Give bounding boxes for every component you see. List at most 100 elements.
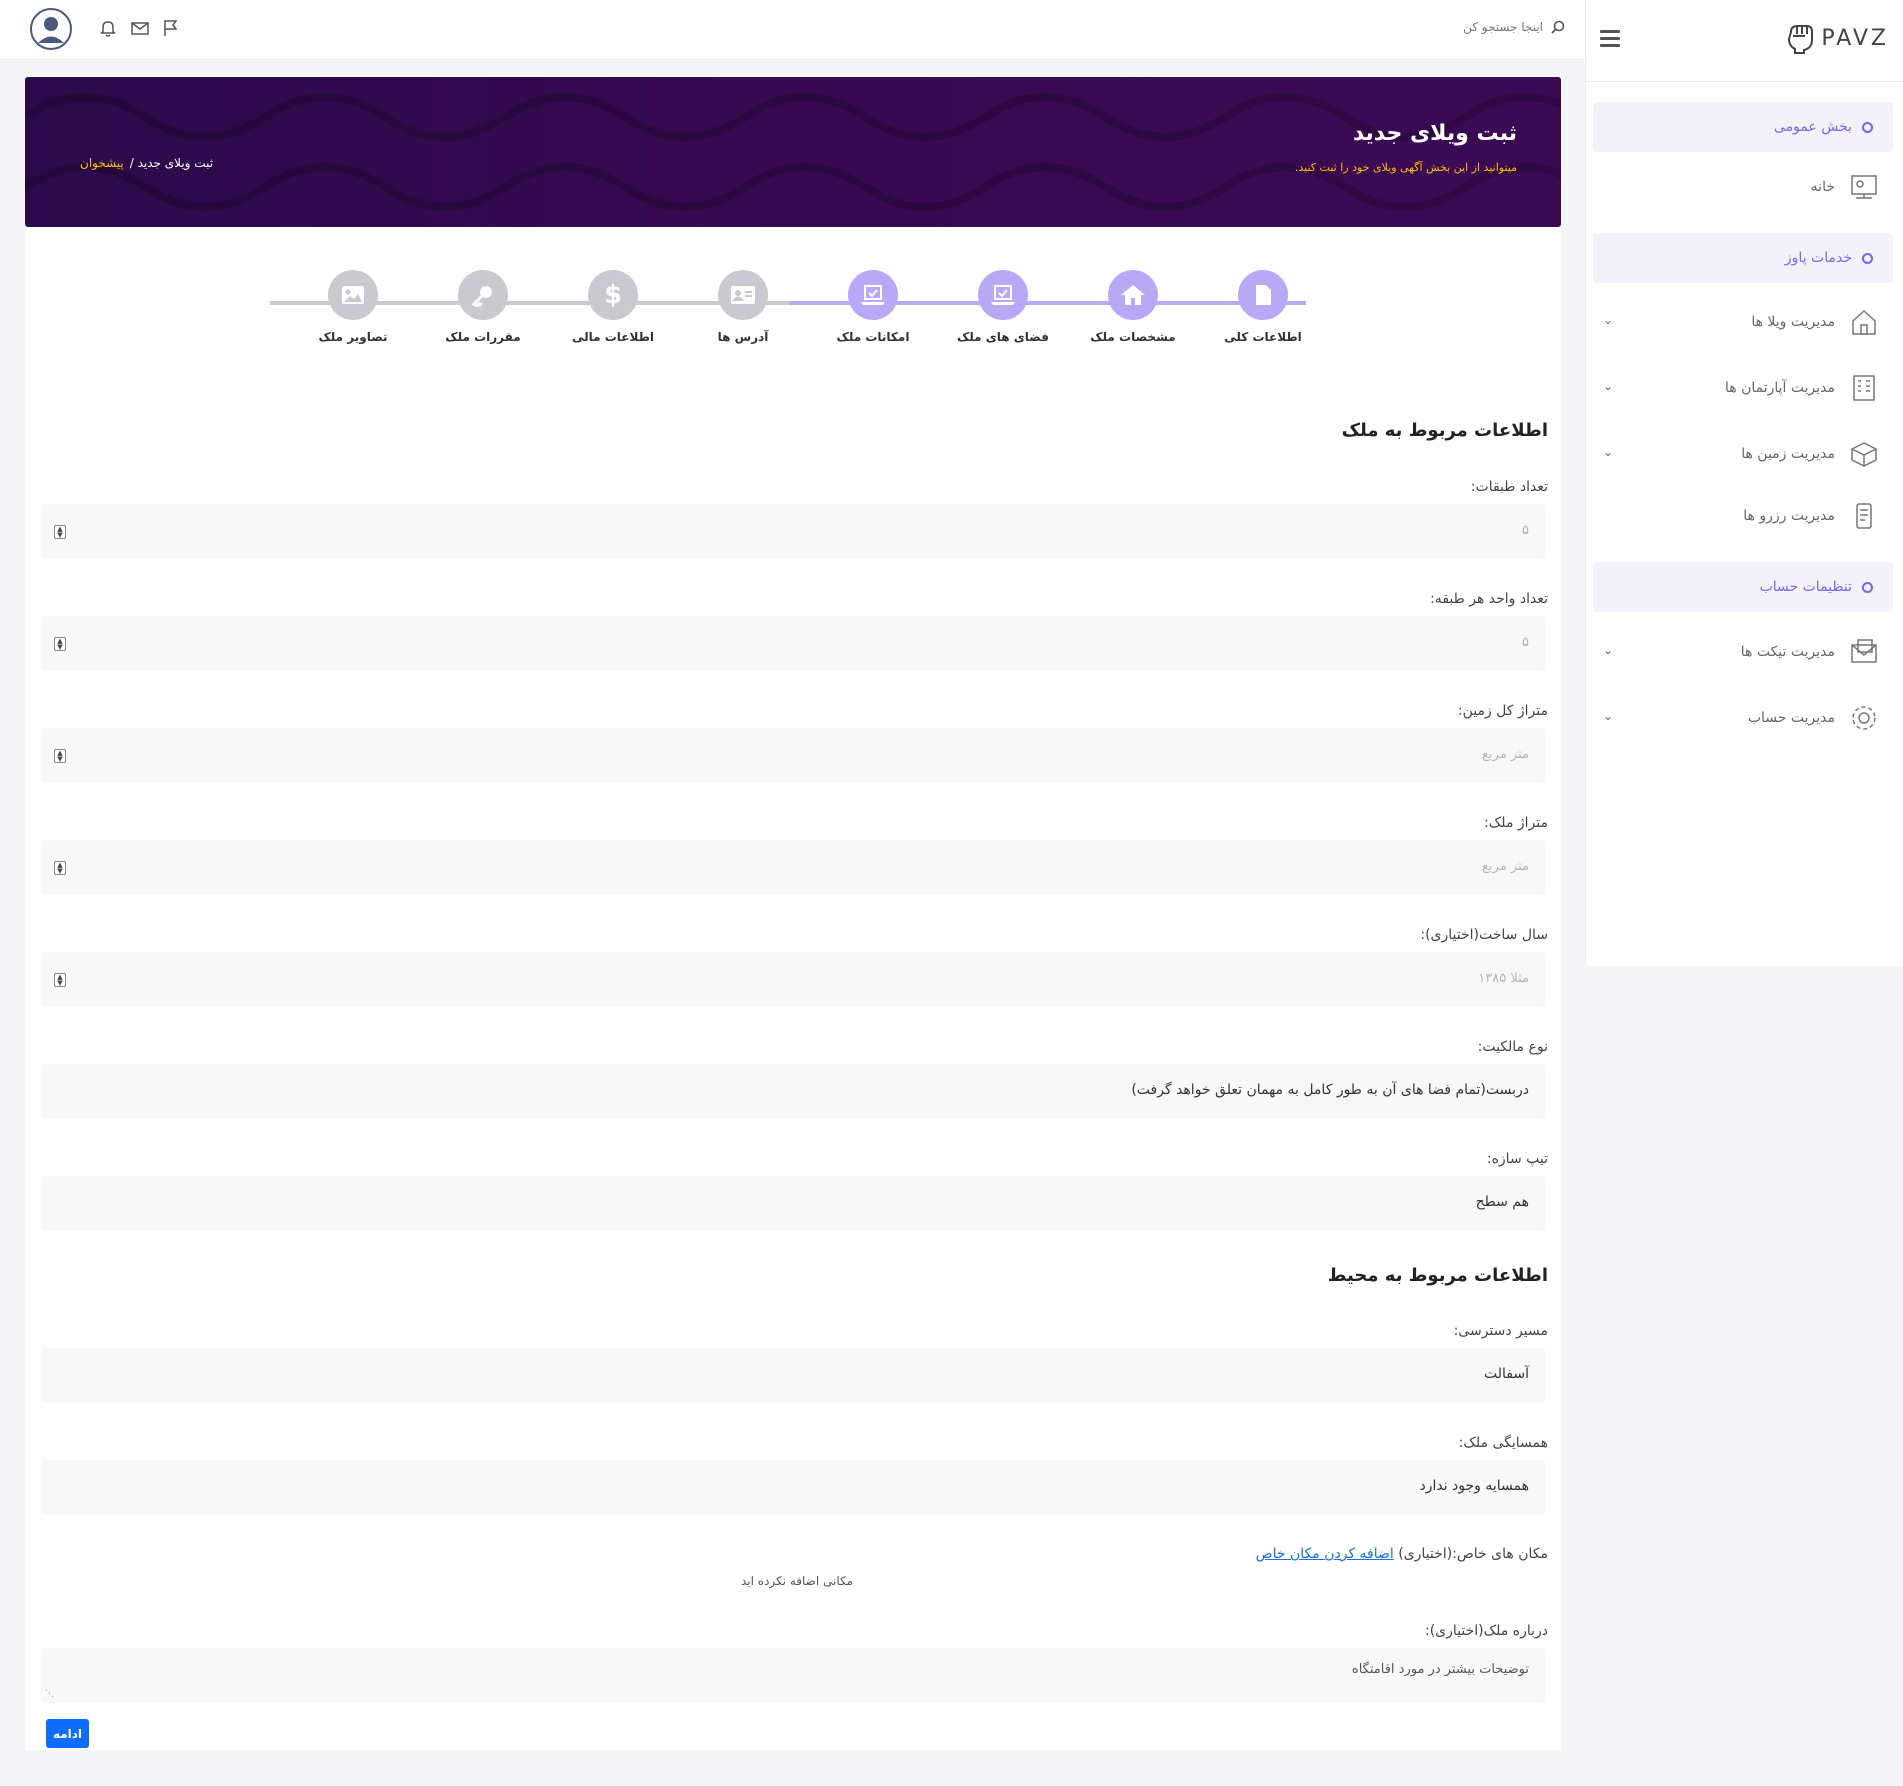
chevron-down-icon: ⌄ [1603, 643, 1614, 657]
units-per-floor-input[interactable]: ۵ ▲ ▼ [41, 616, 1545, 671]
property-area-placeholder: متر مربع [1482, 859, 1529, 874]
settings-gear-icon [1849, 703, 1879, 733]
sidebar-item-label: مدیریت رزرو ها [1743, 508, 1835, 524]
property-area-input[interactable]: متر مربع ▲ ▼ [41, 840, 1545, 895]
bell-icon[interactable] [98, 18, 118, 38]
step-property-rules[interactable]: مقررات ملک [418, 270, 548, 344]
about-label: درباره ملک(اختیاری): [1425, 1623, 1548, 1639]
step-label: تصاویر ملک [318, 330, 388, 344]
structure-select[interactable]: هم سطح [41, 1176, 1545, 1231]
sidebar-item-lands[interactable]: مدیریت زمین ها ⌄ [1593, 431, 1893, 477]
number-spinner[interactable]: ▲ ▼ [54, 861, 66, 875]
structure-value: هم سطح [1475, 1194, 1529, 1210]
floors-placeholder: ۵ [1522, 523, 1529, 538]
ownership-label: نوع مالکیت: [1477, 1039, 1548, 1055]
number-spinner[interactable]: ▲ ▼ [54, 525, 66, 539]
search-box[interactable]: اینجا جستجو کن [1463, 20, 1565, 34]
section-title: خدمات پاوز [1784, 250, 1852, 266]
fist-logo-icon [1788, 25, 1814, 54]
topbar: اینجا جستجو کن [0, 0, 1585, 60]
header-pattern [25, 93, 1561, 211]
section-general: بخش عمومی [1593, 102, 1893, 152]
neighbors-label: همسایگی ملک: [1458, 1435, 1548, 1451]
neighbors-value: همسایه وجود ندارد [1419, 1478, 1529, 1494]
ownership-value: دربست(تمام فضا های آن به طور کامل به مهم… [1131, 1082, 1529, 1098]
search-icon [1551, 20, 1565, 34]
land-area-placeholder: متر مربع [1482, 747, 1529, 762]
sidebar-item-home[interactable]: خانه [1593, 164, 1893, 210]
sidebar-item-account[interactable]: مدیریت حساب ⌄ [1593, 695, 1893, 741]
land-area-label: متراژ کل زمین: [1457, 703, 1548, 719]
neighbors-select[interactable]: همسایه وجود ندارد [41, 1460, 1545, 1515]
step-property-images[interactable]: تصاویر ملک [288, 270, 418, 344]
step-addresses[interactable]: آدرس ها [678, 270, 808, 344]
mail-icon[interactable] [130, 18, 150, 38]
number-spinner[interactable]: ▲ ▼ [54, 637, 66, 651]
step-label: فضای های ملک [957, 330, 1049, 344]
circle-icon [1862, 581, 1873, 593]
circle-icon [1862, 121, 1873, 133]
structure-label: تیپ سازه: [1486, 1151, 1548, 1167]
apartment-icon [1849, 373, 1879, 403]
chevron-down-icon: ⌄ [1603, 379, 1614, 393]
section-title: بخش عمومی [1773, 119, 1852, 135]
chevron-down-icon: ⌄ [1603, 709, 1614, 723]
step-label: آدرس ها [717, 330, 769, 344]
breadcrumb-home-link[interactable]: پیشخوان [80, 156, 124, 170]
sidebar-item-apartments[interactable]: مدیریت آپارتمان ها ⌄ [1593, 365, 1893, 411]
step-property-specs[interactable]: مشخصات ملک [1068, 270, 1198, 344]
breadcrumb-current: ثبت ویلای جدید / [129, 156, 214, 170]
ownership-select[interactable]: دربست(تمام فضا های آن به طور کامل به مهم… [41, 1064, 1545, 1119]
number-spinner[interactable]: ▲ ▼ [54, 749, 66, 763]
image-icon [328, 270, 378, 320]
brand-logo[interactable]: PAVZ [1785, 22, 1889, 54]
land-area-input[interactable]: متر مربع ▲ ▼ [41, 728, 1545, 783]
sidebar-item-villas[interactable]: مدیریت ویلا ها ⌄ [1593, 299, 1893, 345]
build-year-input[interactable]: مثلا ۱۳۸۵ ▲ ▼ [41, 952, 1545, 1007]
chevron-down-icon: ⌄ [1603, 313, 1614, 327]
key-icon [458, 270, 508, 320]
build-year-placeholder: مثلا ۱۳۸۵ [1478, 971, 1529, 986]
section-account-settings: تنظیمات حساب [1593, 562, 1893, 612]
continue-button[interactable]: ادامه [46, 1719, 89, 1748]
avatar[interactable] [30, 8, 72, 50]
step-label: اطلاعات مالی [571, 330, 655, 344]
step-general-info[interactable]: اطلاعات کلی [1198, 270, 1328, 344]
wizard-stepper: اطلاعات کلی مشخصات ملک فضای های ملک امکا… [248, 270, 1328, 360]
reservation-icon [1849, 501, 1879, 531]
sidebar-item-label: مدیریت حساب [1747, 710, 1835, 726]
search-input[interactable]: اینجا جستجو کن [1463, 20, 1543, 34]
number-spinner[interactable]: ▲ ▼ [54, 973, 66, 987]
add-special-place-link[interactable]: اضافه کردن مکان خاص [1256, 1546, 1394, 1562]
sidebar-brand: PAVZ [1586, 0, 1903, 82]
sidebar-item-reservations[interactable]: مدیریت رزرو ها [1593, 493, 1893, 539]
floors-input[interactable]: ۵ ▲ ▼ [41, 504, 1545, 559]
menu-toggle-icon[interactable] [1600, 30, 1620, 48]
sidebar-item-label: مدیریت زمین ها [1741, 446, 1835, 462]
units-label: تعداد واحد هر طبقه: [1430, 591, 1548, 607]
house-icon [1108, 270, 1158, 320]
step-label: مقررات ملک [445, 330, 521, 344]
sidebar-item-label: مدیریت آپارتمان ها [1724, 380, 1835, 396]
brand-name: PAVZ [1821, 25, 1889, 51]
step-property-amenities[interactable]: امکانات ملک [808, 270, 938, 344]
sidebar-item-tickets[interactable]: مدیریت تیکت ها ⌄ [1593, 629, 1893, 675]
home-icon [1849, 172, 1879, 202]
section-title: تنظیمات حساب [1759, 579, 1852, 595]
laptop-check-icon [848, 270, 898, 320]
resize-handle-icon[interactable]: ⋰ [45, 1689, 54, 1699]
step-label: اطلاعات کلی [1224, 330, 1302, 344]
ticket-icon [1849, 637, 1879, 667]
special-places-label: مکان های خاص:(اختیاری) [1398, 1546, 1548, 1562]
flag-icon[interactable] [161, 18, 181, 38]
page-header: ثبت ویلای جدید میتوانید از این بخش آگهی … [25, 77, 1561, 227]
page-subtitle: میتوانید از این بخش آگهی ویلای خود را ثب… [1294, 161, 1517, 174]
about-textarea[interactable]: توضیحات بیشتر در مورد اقامتگاه ⋰ [41, 1648, 1545, 1703]
dollar-icon: $ [588, 270, 638, 320]
build-year-label: سال ساخت(اختیاری): [1420, 927, 1548, 943]
step-financial-info[interactable]: $ اطلاعات مالی [548, 270, 678, 344]
property-section-heading: اطلاعات مربوط به ملک [1341, 420, 1548, 441]
step-property-spaces[interactable]: فضای های ملک [938, 270, 1068, 344]
access-select[interactable]: آسفالت [41, 1348, 1545, 1403]
sidebar-item-label: مدیریت ویلا ها [1751, 314, 1835, 330]
